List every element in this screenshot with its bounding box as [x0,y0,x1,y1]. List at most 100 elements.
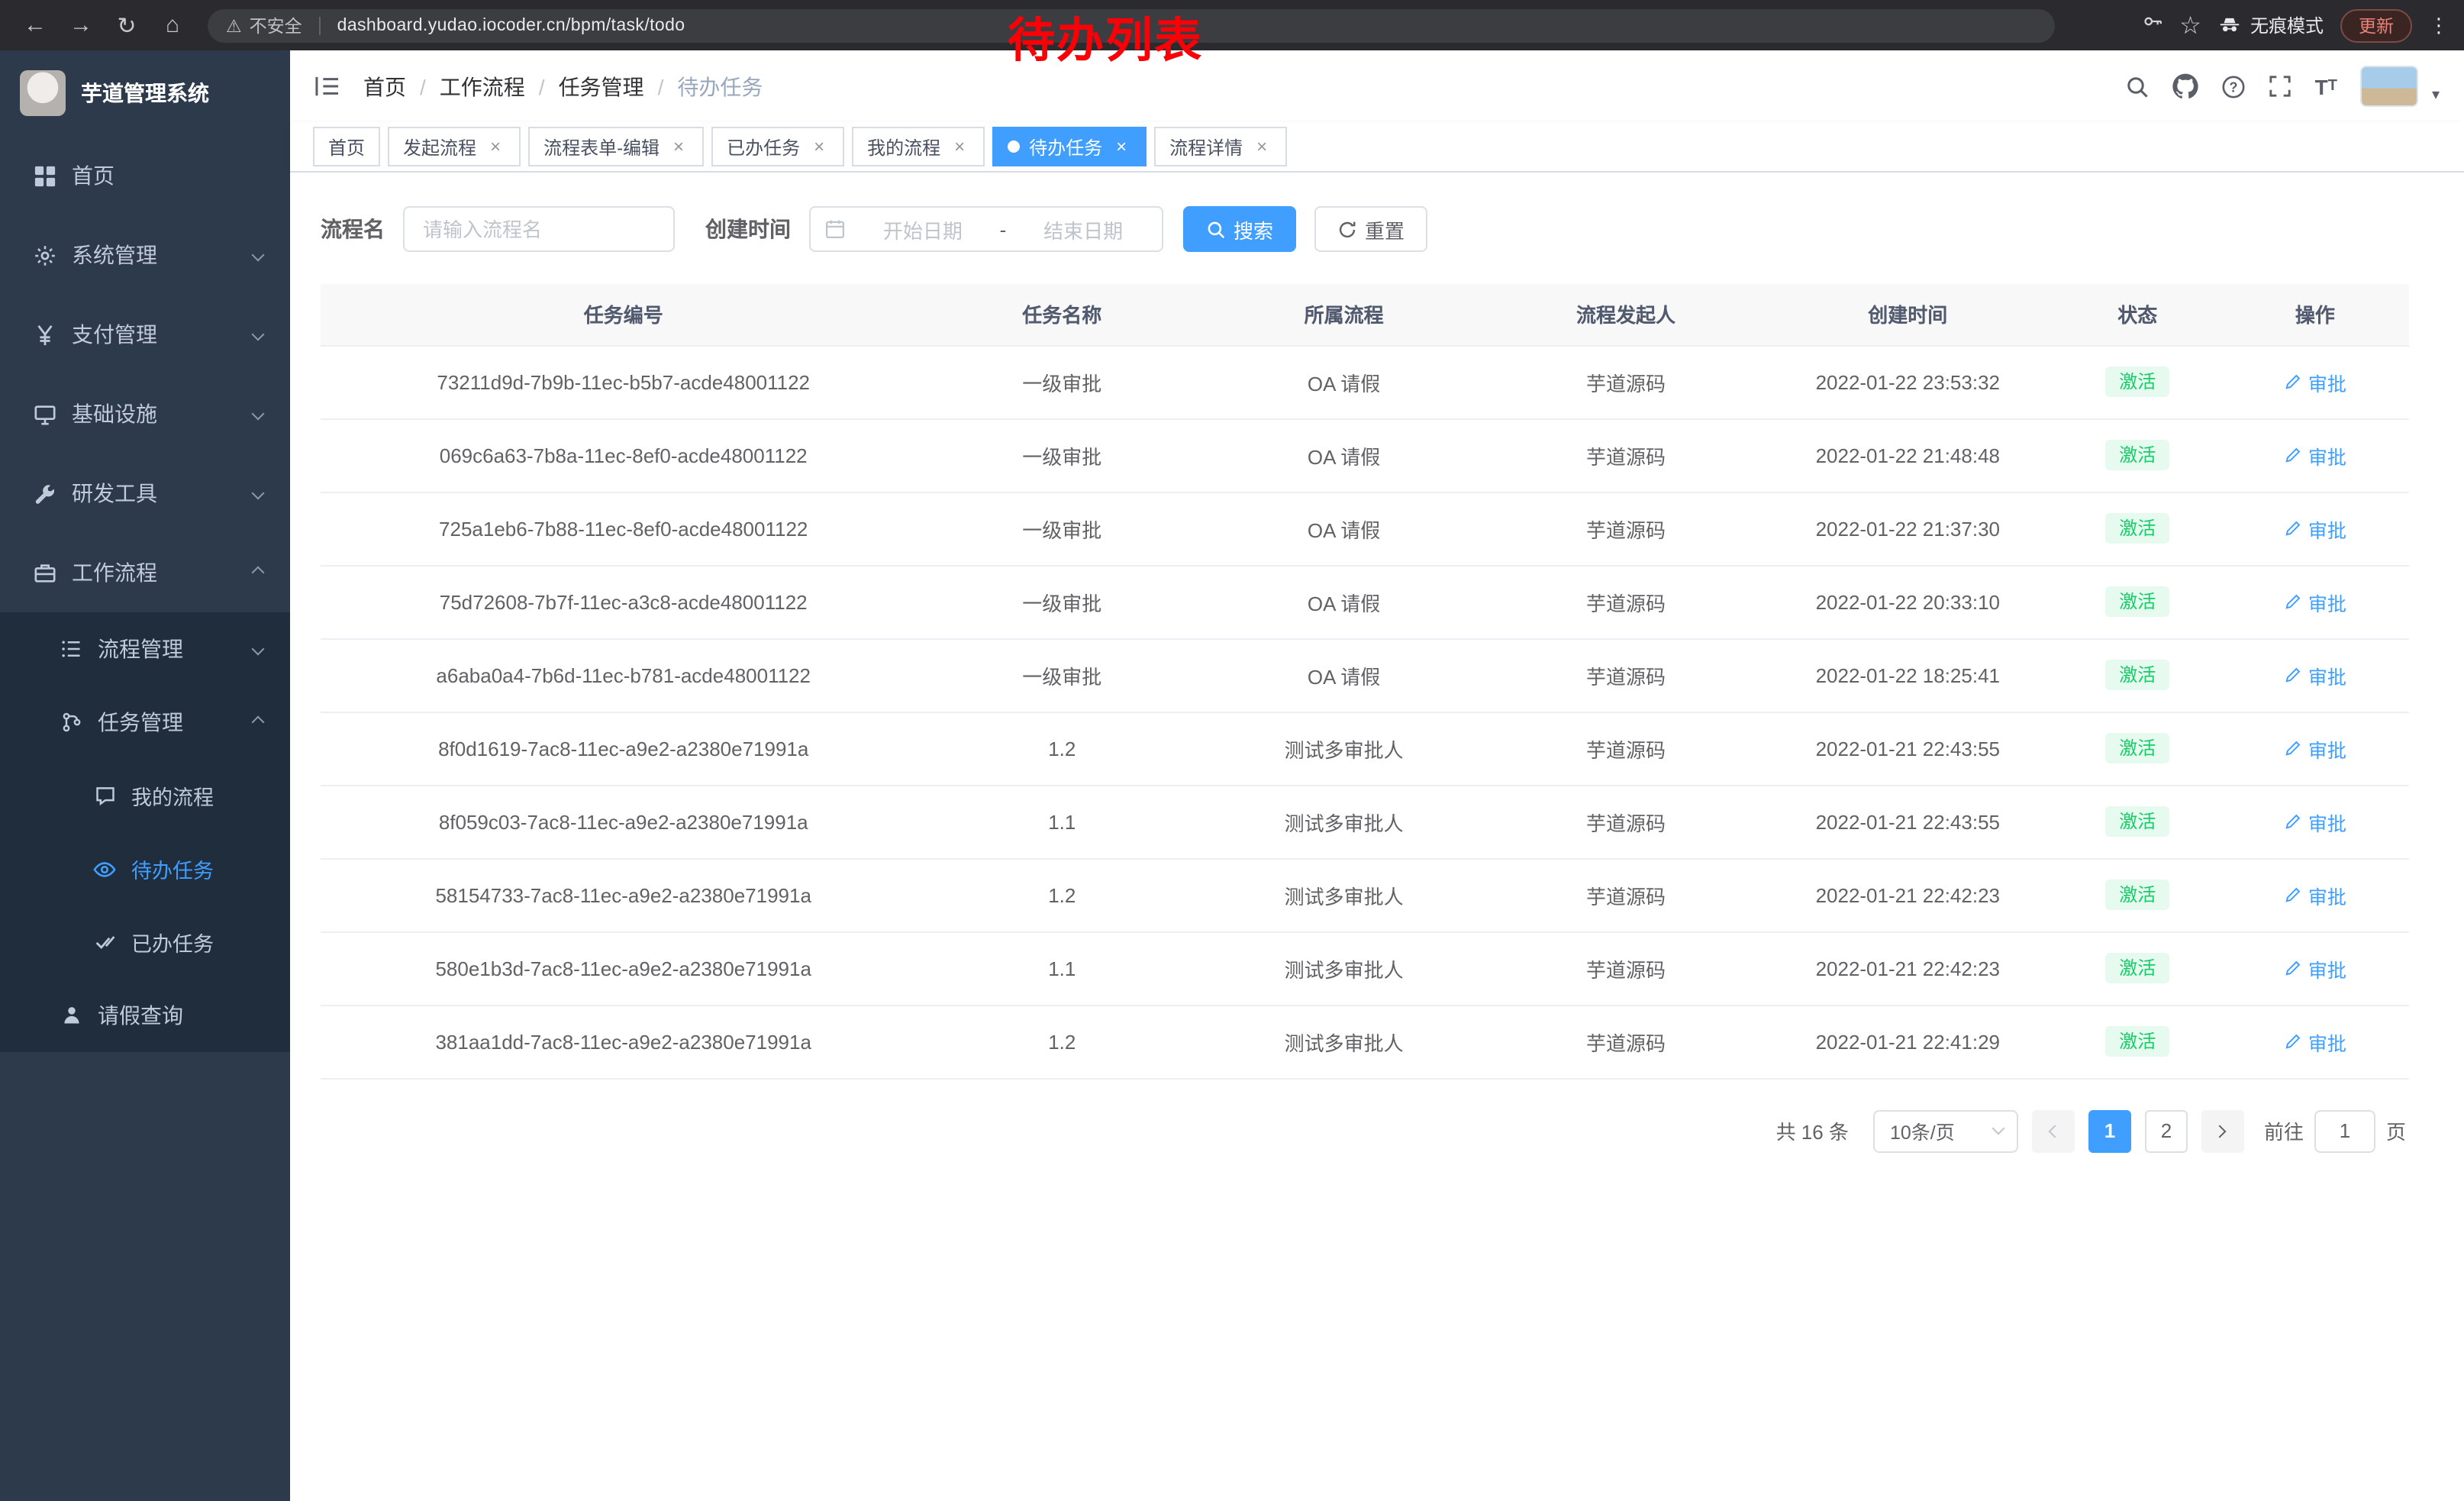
process-name-input[interactable] [403,206,675,252]
create-time-cell: 2022-01-22 18:25:41 [1762,638,2054,712]
browser-chrome: ← → ↻ ⌂ ⚠ 不安全 dashboard.yudao.iocoder.cn… [0,0,2464,50]
pencil-icon [2284,666,2302,684]
tab-label: 待办任务 [1029,134,1102,160]
font-size-icon[interactable]: TT [2315,74,2337,98]
close-icon[interactable]: × [485,136,505,157]
close-icon[interactable]: × [809,136,829,157]
approve-link[interactable]: 审批 [2284,880,2346,909]
approve-link[interactable]: 审批 [2284,1027,2346,1056]
sidebar-item-done-tasks[interactable]: 已办任务 [0,905,290,979]
top-header: 首页 / 工作流程 / 任务管理 / 待办任务 ? [290,50,2464,122]
breadcrumb-home[interactable]: 首页 [363,71,406,102]
back-icon[interactable]: ← [15,12,55,38]
sidebar-item-todo-tasks[interactable]: 待办任务 [0,832,290,905]
approve-link[interactable]: 审批 [2284,367,2346,396]
close-icon[interactable]: × [1111,136,1131,157]
status-badge: 激活 [2105,660,2169,690]
tab-home[interactable]: 首页 [313,127,380,166]
tab-todo-tasks[interactable]: 待办任务 × [992,127,1147,166]
github-icon[interactable] [2173,73,2199,99]
key-icon[interactable] [2141,11,2162,40]
approve-link-label: 审批 [2308,734,2346,763]
sidebar-item-infrastructure[interactable]: 基础设施 [0,374,290,454]
search-button[interactable]: 搜索 [1183,206,1296,252]
sidebar-item-workflow[interactable]: 工作流程 [0,533,290,612]
status-cell: 激活 [2054,638,2221,712]
browser-menu-icon[interactable]: ⋮ [2429,13,2449,37]
tab-process-detail[interactable]: 流程详情 × [1154,127,1287,166]
tab-done-tasks[interactable]: 已办任务 × [711,127,844,166]
double-check-icon [92,931,118,953]
approve-link[interactable]: 审批 [2284,514,2346,543]
breadcrumb-task-management[interactable]: 任务管理 [559,71,644,102]
sidebar-item-label: 流程管理 [98,634,183,664]
sidebar-item-process-management[interactable]: 流程管理 [0,612,290,686]
sidebar-item-home[interactable]: 首页 [0,136,290,215]
start-date-placeholder: 开始日期 [858,215,988,244]
eye-icon [92,857,118,880]
sidebar-item-leave-query[interactable]: 请假查询 [0,979,290,1052]
security-warning[interactable]: ⚠ 不安全 [226,13,302,37]
page-button-2[interactable]: 2 [2145,1109,2188,1152]
approve-link[interactable]: 审批 [2284,807,2346,836]
initiator-cell: 芋道源码 [1490,345,1762,418]
chevron-down-icon [252,328,265,341]
sidebar-item-devtools[interactable]: 研发工具 [0,454,290,533]
date-range-picker[interactable]: 开始日期 - 结束日期 [809,206,1163,252]
font-size-small-glyph: T [2328,78,2337,95]
next-page-button[interactable] [2201,1109,2244,1152]
sidebar-item-task-management[interactable]: 任务管理 [0,686,290,759]
pencil-icon [2284,373,2302,391]
create-time-cell: 2022-01-22 21:37:30 [1762,492,2054,565]
chevron-down-icon [252,408,265,421]
user-avatar[interactable] [2360,66,2418,107]
initiator-cell: 芋道源码 [1490,858,1762,931]
create-time-label: 创建时间 [705,214,791,244]
reload-icon[interactable]: ↻ [107,11,147,39]
calendar-icon [824,218,846,240]
sidebar-item-system[interactable]: 系统管理 [0,215,290,295]
avatar-caret-icon[interactable]: ▾ [2432,87,2440,104]
approve-link[interactable]: 审批 [2284,587,2346,616]
approve-link[interactable]: 审批 [2284,734,2346,763]
process-cell: OA 请假 [1198,565,1490,638]
table-row: 8f059c03-7ac8-11ec-a9e2-a2380e71991a 1.1… [321,785,2409,858]
prev-page-button[interactable] [2032,1109,2075,1152]
fullscreen-icon[interactable] [2269,75,2292,98]
reset-button[interactable]: 重置 [1314,206,1427,252]
update-button[interactable]: 更新 [2340,8,2412,42]
sidebar-item-my-process[interactable]: 我的流程 [0,759,290,832]
help-icon[interactable]: ? [2222,74,2246,98]
status-badge: 激活 [2105,440,2169,470]
tab-start-process[interactable]: 发起流程 × [388,127,521,166]
home-icon[interactable]: ⌂ [153,12,192,38]
menu-fold-icon[interactable] [314,75,340,98]
close-icon[interactable]: × [950,136,969,157]
forward-icon[interactable]: → [61,12,101,38]
tab-my-process[interactable]: 我的流程 × [852,127,985,166]
close-icon[interactable]: × [669,136,689,157]
sidebar-item-label: 研发工具 [72,478,157,508]
approve-link[interactable]: 审批 [2284,441,2346,470]
task-name-cell: 1.2 [926,1005,1198,1078]
filter-bar: 流程名 创建时间 开始日期 - 结束日期 搜索 [321,206,2409,252]
pencil-icon [2284,1032,2302,1051]
action-cell: 审批 [2221,785,2409,858]
status-cell: 激活 [2054,858,2221,931]
process-cell: OA 请假 [1198,418,1490,492]
bookmark-star-icon[interactable]: ☆ [2179,10,2201,40]
breadcrumb-workflow[interactable]: 工作流程 [440,71,525,102]
tab-process-form-edit[interactable]: 流程表单-编辑 × [528,127,704,166]
search-icon[interactable] [2126,74,2150,98]
sidebar-item-label: 已办任务 [131,927,214,957]
approve-link[interactable]: 审批 [2284,660,2346,689]
sidebar-item-payment[interactable]: 支付管理 [0,295,290,374]
svg-text:?: ? [2230,79,2238,94]
page-button-1[interactable]: 1 [2088,1109,2131,1152]
goto-page-input[interactable] [2314,1109,2375,1152]
close-icon[interactable]: × [1252,136,1272,157]
process-cell: OA 请假 [1198,638,1490,712]
page-size-select[interactable]: 10条/页 [1873,1109,2018,1152]
status-cell: 激活 [2054,418,2221,492]
approve-link[interactable]: 审批 [2284,954,2346,983]
